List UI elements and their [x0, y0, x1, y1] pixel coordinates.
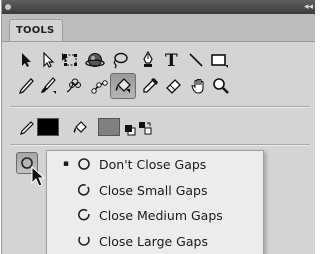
gap-circle-medium-icon [69, 208, 99, 222]
paint-bucket-tool[interactable] [110, 73, 136, 99]
paint-bucket-icon [115, 78, 131, 93]
subselection-arrow-icon [43, 52, 55, 68]
eraser-tool[interactable] [161, 74, 185, 98]
lasso-icon [113, 52, 128, 69]
rectangle-tool[interactable] [207, 48, 231, 72]
pen-tool[interactable] [136, 48, 160, 72]
menu-item-dont-close-gaps[interactable]: ▪ Don't Close Gaps [47, 152, 263, 176]
hand-icon [191, 78, 204, 94]
menu-item-label: Close Large Gaps [99, 233, 208, 249]
collapse-icon[interactable]: ◂◂ [304, 2, 313, 12]
fill-color-bucket-icon [72, 120, 88, 140]
selection-arrow-icon [22, 53, 31, 67]
subselection-tool[interactable] [36, 48, 60, 72]
bone-tool[interactable] [88, 74, 112, 98]
stroke-color-swatch[interactable] [37, 118, 59, 136]
eyedropper-icon [143, 78, 158, 93]
menu-item-close-small-gaps[interactable]: Close Small Gaps [47, 178, 263, 202]
stroke-color-pencil-icon [19, 120, 35, 140]
3d-rotation-tool[interactable] [83, 48, 107, 72]
tab-row: TOOLS [2, 14, 315, 42]
menu-item-label: Don't Close Gaps [99, 156, 207, 172]
bone-icon [91, 80, 108, 94]
pen-nib-icon [143, 51, 153, 67]
3d-rotation-icon [85, 53, 105, 67]
menu-item-label: Close Medium Gaps [99, 207, 223, 223]
close-dot-icon[interactable] [5, 4, 11, 10]
brush-tool[interactable] [36, 74, 60, 98]
text-t-icon: T [165, 51, 178, 69]
panel-title-bar[interactable]: ◂◂ [2, 0, 315, 14]
eraser-icon [166, 79, 181, 94]
default-colors-icon[interactable] [124, 121, 136, 140]
svg-text:T: T [165, 51, 178, 69]
eyedropper-tool[interactable] [138, 74, 162, 98]
line-icon [189, 53, 203, 67]
rectangle-icon [211, 54, 228, 68]
check-mark-icon: ▪ [62, 159, 69, 169]
hand-tool[interactable] [187, 74, 211, 98]
gap-size-menu: ▪ Don't Close Gaps Close Small Gaps Clos… [46, 150, 264, 254]
line-tool[interactable] [184, 48, 208, 72]
deco-flower-icon [66, 78, 81, 93]
fill-color-swatch[interactable] [98, 118, 120, 136]
tools-panel: ◂◂ TOOLS T ▪ Don't Close Gaps Close Smal… [1, 0, 315, 254]
gap-circle-small-icon [69, 183, 99, 197]
deco-tool[interactable] [61, 74, 85, 98]
pencil-tool[interactable] [14, 74, 38, 98]
brush-icon [41, 77, 56, 94]
zoom-tool[interactable] [209, 74, 233, 98]
menu-item-label: Close Small Gaps [99, 182, 208, 198]
selection-tool[interactable] [14, 48, 38, 72]
pencil-icon [18, 78, 34, 95]
text-tool[interactable]: T [160, 48, 184, 72]
free-transform-tool[interactable] [58, 48, 82, 72]
swap-colors-icon[interactable] [138, 120, 152, 139]
mouse-cursor-icon [30, 165, 46, 192]
separator [10, 106, 310, 108]
gap-circle-large-icon [69, 234, 99, 248]
gap-circle-none-icon [69, 157, 99, 171]
separator [10, 144, 310, 146]
free-transform-icon [62, 53, 77, 66]
lasso-tool[interactable] [107, 48, 131, 72]
menu-item-close-medium-gaps[interactable]: Close Medium Gaps [47, 203, 263, 227]
zoom-magnifier-icon [213, 78, 229, 94]
menu-item-close-large-gaps[interactable]: Close Large Gaps [47, 229, 263, 253]
tab-tools[interactable]: TOOLS [9, 19, 63, 41]
